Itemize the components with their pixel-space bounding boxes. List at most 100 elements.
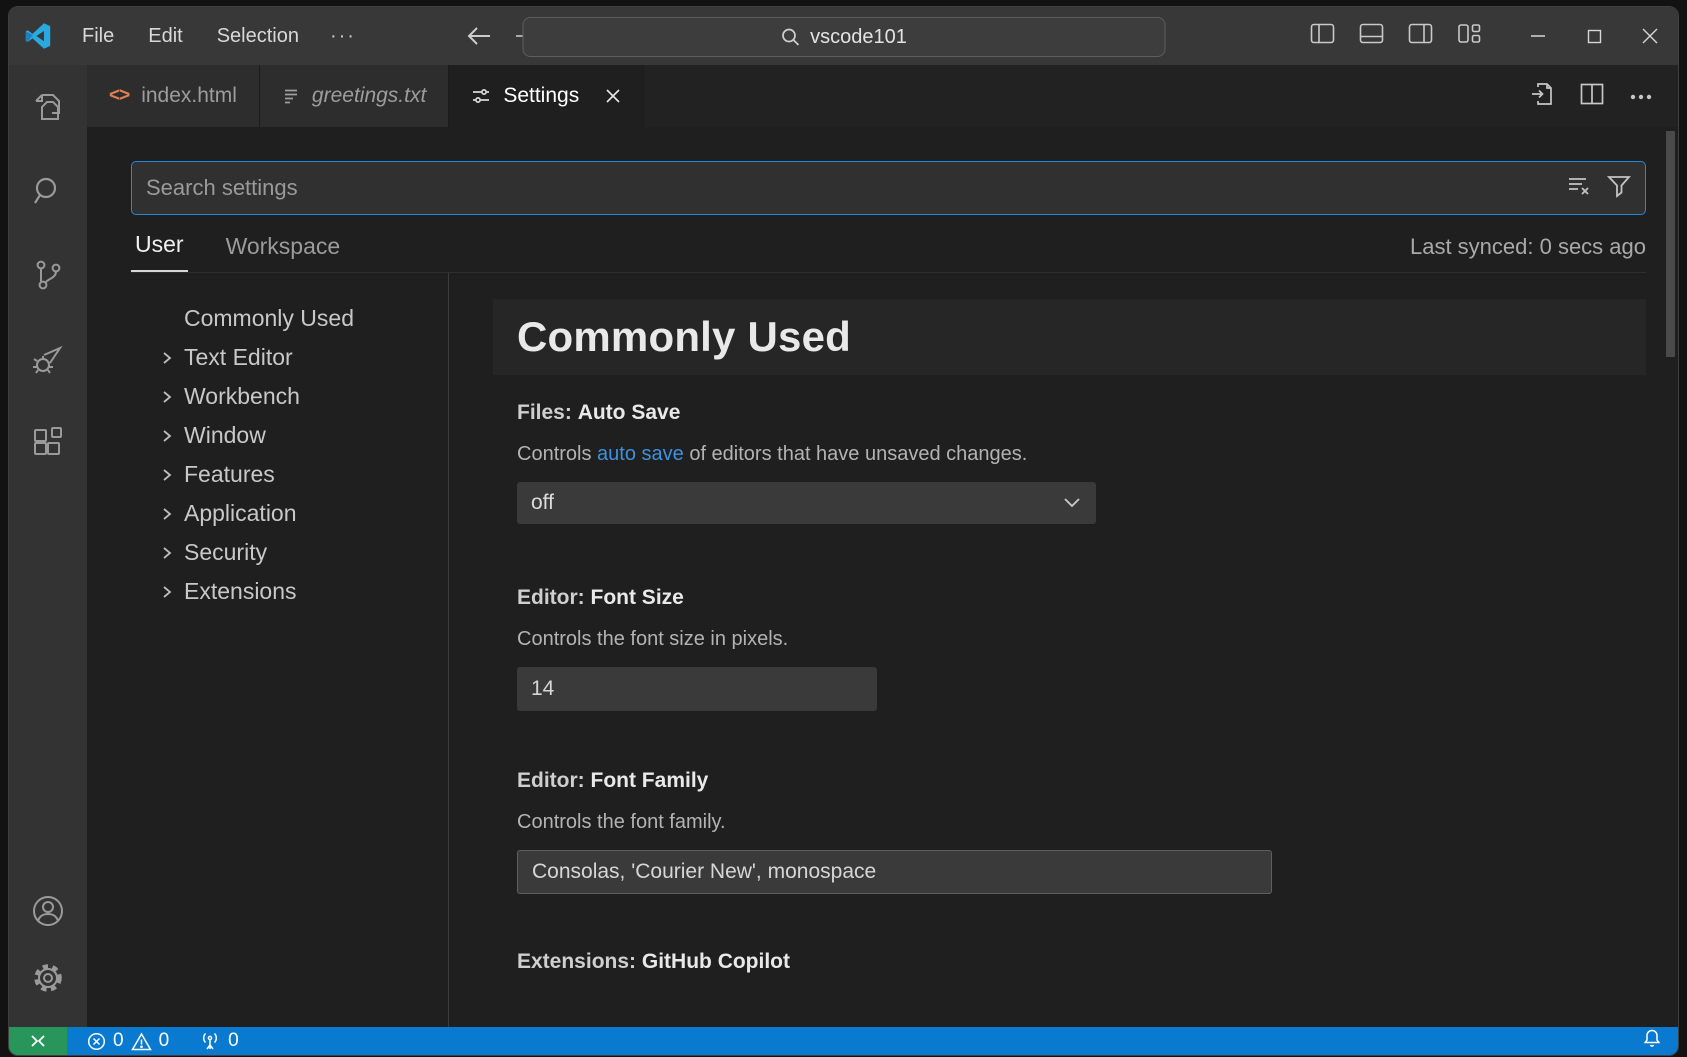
error-icon [87, 1032, 106, 1051]
settings-toc: Commonly Used Text Editor Workbench [87, 273, 449, 1027]
font-size-input[interactable]: 14 [517, 667, 877, 711]
setting-category: Extensions: [517, 950, 642, 973]
customize-layout-button[interactable] [1457, 23, 1482, 49]
toc-item-text-editor[interactable]: Text Editor [87, 338, 448, 377]
ports-icon [199, 1031, 221, 1051]
setting-description: Controls auto save of editors that have … [517, 443, 1646, 466]
filter-settings-icon[interactable] [1607, 174, 1631, 203]
auto-save-select[interactable]: off [517, 482, 1096, 524]
scope-tab-workspace[interactable]: Workspace [222, 233, 345, 272]
source-control-icon[interactable] [9, 233, 87, 317]
setting-category: Editor: [517, 769, 591, 792]
font-size-value: 14 [531, 677, 554, 701]
split-editor-icon[interactable] [1580, 83, 1604, 110]
vscode-window: File Edit Selection ··· vscode101 [8, 6, 1679, 1056]
toc-item-window[interactable]: Window [87, 416, 448, 455]
setting-extensions-github-copilot: Extensions: GitHub Copilot [493, 950, 1646, 974]
toc-item-security[interactable]: Security [87, 533, 448, 572]
menu-selection[interactable]: Selection [200, 25, 316, 48]
chevron-right-icon [158, 349, 184, 367]
close-window-button[interactable] [1622, 7, 1678, 65]
setting-category: Files: [517, 401, 578, 424]
chevron-right-icon [158, 544, 184, 562]
maximize-button[interactable] [1566, 7, 1622, 65]
auto-save-value: off [531, 491, 554, 515]
gear-icon[interactable] [30, 960, 66, 1001]
remote-indicator[interactable] [9, 1027, 67, 1055]
back-button[interactable] [466, 25, 492, 47]
remote-icon [29, 1033, 47, 1049]
minimize-button[interactable] [1510, 7, 1566, 65]
html-file-icon: <> [109, 85, 129, 107]
tab-label: index.html [141, 84, 237, 108]
clear-settings-search-icon[interactable] [1567, 175, 1591, 202]
error-count: 0 [113, 1030, 124, 1052]
toc-item-application[interactable]: Application [87, 494, 448, 533]
setting-files-auto-save: Files: Auto Save Controls auto save of e… [493, 401, 1646, 524]
command-center-search[interactable]: vscode101 [522, 17, 1165, 57]
toggle-primary-sidebar-button[interactable] [1310, 23, 1335, 49]
section-heading: Commonly Used [517, 313, 851, 361]
account-icon[interactable] [30, 893, 66, 934]
toc-item-extensions[interactable]: Extensions [87, 572, 448, 611]
tab-greetings-txt[interactable]: greetings.txt [260, 65, 449, 127]
setting-category: Editor: [517, 586, 591, 609]
settings-content: Commonly Used Files: Auto Save Controls … [449, 273, 1678, 1027]
last-synced-label: Last synced: 0 secs ago [1410, 234, 1646, 272]
search-sidebar-icon[interactable] [9, 149, 87, 233]
settings-scope-tabs: User Workspace Last synced: 0 secs ago [131, 225, 1646, 273]
run-debug-icon[interactable] [9, 317, 87, 401]
explorer-icon[interactable] [9, 65, 87, 149]
title-bar: File Edit Selection ··· vscode101 [9, 7, 1678, 65]
go-to-file-icon[interactable] [1530, 81, 1554, 112]
command-center-text: vscode101 [810, 26, 907, 49]
chevron-right-icon [158, 583, 184, 601]
settings-editor: Search settings [87, 127, 1678, 1027]
search-icon [780, 27, 800, 47]
toc-item-workbench[interactable]: Workbench [87, 377, 448, 416]
activity-bar [9, 65, 87, 1027]
ports-count: 0 [228, 1030, 239, 1052]
chevron-right-icon [158, 388, 184, 406]
tab-label: Settings [503, 84, 579, 108]
setting-name: GitHub Copilot [642, 950, 790, 973]
setting-name: Font Size [591, 586, 684, 609]
close-tab-icon[interactable] [605, 88, 621, 104]
settings-sliders-icon [471, 86, 491, 106]
toc-item-commonly-used[interactable]: Commonly Used [87, 299, 448, 338]
setting-description: Controls the font size in pixels. [517, 628, 1646, 651]
ports-indicator[interactable]: 0 [199, 1030, 239, 1052]
warning-count: 0 [159, 1030, 170, 1052]
section-banner: Commonly Used [493, 299, 1646, 375]
menu-overflow-button[interactable]: ··· [316, 25, 370, 48]
toc-item-features[interactable]: Features [87, 455, 448, 494]
tab-settings[interactable]: Settings [449, 65, 644, 127]
setting-editor-font-size: Editor: Font Size Controls the font size… [493, 586, 1646, 711]
setting-editor-font-family: Editor: Font Family Controls the font fa… [493, 769, 1646, 894]
setting-name: Auto Save [578, 401, 681, 424]
extensions-sidebar-icon[interactable] [9, 401, 87, 485]
tab-index-html[interactable]: <> index.html [87, 65, 260, 127]
tab-bar: <> index.html greetings.txt Settings [87, 65, 1678, 127]
more-actions-icon[interactable] [1630, 87, 1652, 105]
vscode-logo-icon [25, 23, 51, 49]
settings-search-placeholder: Search settings [146, 175, 1567, 201]
setting-description: Controls the font family. [517, 811, 1646, 834]
toggle-secondary-sidebar-button[interactable] [1408, 23, 1433, 49]
auto-save-link[interactable]: auto save [597, 443, 684, 465]
toggle-panel-button[interactable] [1359, 23, 1384, 49]
notifications-bell-icon[interactable] [1642, 1028, 1662, 1054]
warning-icon [131, 1032, 152, 1051]
menu-edit[interactable]: Edit [131, 25, 199, 48]
chevron-right-icon [158, 466, 184, 484]
scope-tab-user[interactable]: User [131, 231, 188, 272]
problems-indicator[interactable]: 0 0 [87, 1030, 169, 1052]
font-family-input[interactable]: Consolas, 'Courier New', monospace [517, 850, 1272, 894]
chevron-right-icon [158, 427, 184, 445]
font-family-value: Consolas, 'Courier New', monospace [532, 860, 876, 884]
menu-file[interactable]: File [65, 25, 131, 48]
scrollbar-thumb[interactable] [1666, 131, 1675, 357]
chevron-down-icon [1062, 496, 1082, 510]
chevron-right-icon [158, 505, 184, 523]
settings-search-input[interactable]: Search settings [131, 161, 1646, 215]
